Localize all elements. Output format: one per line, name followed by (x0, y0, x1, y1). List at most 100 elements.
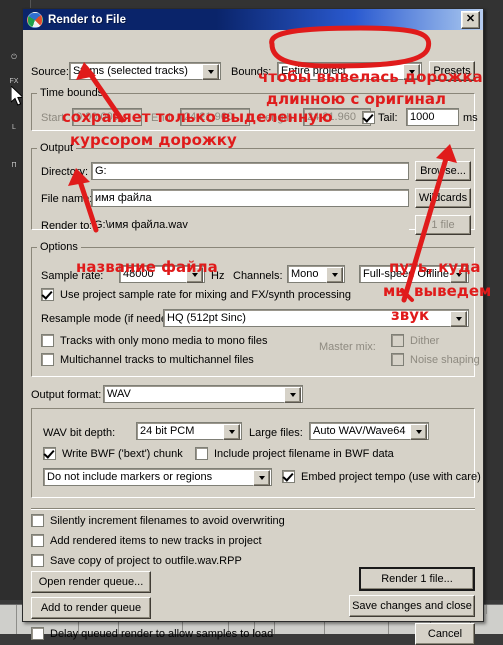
embed-tempo-row[interactable]: Embed project tempo (use with care) (282, 470, 481, 483)
save-copy-label: Save copy of project to outfile.wav.RPP (50, 554, 242, 567)
noise-shaping-row: Noise shaping (391, 353, 480, 366)
use-project-sample-rate-row[interactable]: Use project sample rate for mixing and F… (41, 288, 351, 301)
output-legend: Output (40, 142, 74, 154)
multichannel-tracks-row[interactable]: Multichannel tracks to multichannel file… (41, 353, 254, 366)
multichannel-tracks-label: Multichannel tracks to multichannel file… (60, 353, 254, 366)
resample-mode-value: HQ (512pt Sinc) (167, 312, 246, 324)
hz-label: Hz (211, 270, 225, 282)
dither-row: Dither (391, 334, 439, 347)
output-format-combo[interactable]: WAV (103, 385, 303, 403)
end-label: End: (151, 112, 174, 124)
markers-regions-combo[interactable]: Do not include markers or regions (43, 468, 272, 486)
dialog-title: Render to File (48, 13, 127, 26)
large-files-combo[interactable]: Auto WAV/Wave64 (309, 422, 429, 440)
save-copy-checkbox[interactable] (31, 554, 44, 567)
sample-rate-combo[interactable]: 48000 (119, 265, 205, 283)
chevron-down-icon[interactable] (186, 267, 203, 283)
tail-label: Tail: (378, 112, 398, 124)
write-bwf-checkbox[interactable] (43, 447, 56, 460)
time-bounds-legend: Time bounds (40, 87, 104, 99)
wildcards-button[interactable]: Wildcards (415, 188, 471, 208)
noise-shaping-checkbox (391, 353, 404, 366)
embed-tempo-checkbox[interactable] (282, 470, 295, 483)
channels-label: Channels: (233, 270, 283, 282)
chevron-down-icon[interactable] (450, 267, 467, 283)
channels-combo[interactable]: Mono (287, 265, 345, 283)
chevron-down-icon[interactable] (450, 311, 467, 327)
write-bwf-row[interactable]: Write BWF ('bext') chunk (43, 447, 183, 460)
sample-rate-label: Sample rate: (41, 270, 104, 282)
render-1-file-button[interactable]: Render 1 file... (359, 567, 475, 591)
chevron-down-icon[interactable] (410, 424, 427, 440)
filename-input[interactable]: имя файла (91, 189, 409, 207)
bounds-label: Bounds: (231, 66, 272, 78)
silently-increment-row[interactable]: Silently increment filenames to avoid ov… (31, 514, 285, 527)
add-rendered-items-label: Add rendered items to new tracks in proj… (50, 534, 262, 547)
use-project-sample-rate-label: Use project sample rate for mixing and F… (60, 288, 352, 301)
use-project-sample-rate-checkbox[interactable] (41, 288, 54, 301)
include-project-filename-row[interactable]: Include project filename in BWF data (195, 447, 394, 460)
chevron-down-icon[interactable] (253, 470, 270, 486)
chevron-down-icon[interactable] (284, 387, 301, 403)
include-project-filename-label: Include project filename in BWF data (214, 447, 394, 460)
channels-value: Mono (291, 268, 319, 280)
wav-bit-depth-value: 24 bit PCM (140, 425, 195, 437)
dialog-titlebar[interactable]: Render to File ✕ (23, 9, 483, 30)
reaper-logo-icon (27, 11, 43, 28)
render-to-file-dialog[interactable]: Render to File ✕ Source: Stems (selected… (22, 8, 484, 645)
add-to-render-queue-button[interactable]: Add to render queue (31, 597, 151, 619)
tail-input[interactable]: 1000 (406, 108, 459, 126)
dither-label: Dither (410, 334, 440, 347)
delay-queued-render-checkbox[interactable] (31, 627, 44, 640)
open-render-queue-button[interactable]: Open render queue... (31, 571, 151, 593)
markers-regions-value: Do not include markers or regions (47, 471, 213, 483)
embed-tempo-label: Embed project tempo (use with care) (301, 470, 481, 483)
save-copy-row[interactable]: Save copy of project to outfile.wav.RPP (31, 554, 242, 567)
delay-queued-render-row[interactable]: Delay queued render to allow samples to … (31, 627, 273, 640)
silently-increment-checkbox[interactable] (31, 514, 44, 527)
cancel-button[interactable]: Cancel (415, 623, 475, 645)
output-format-label: Output format: (31, 389, 102, 401)
directory-input[interactable]: G: (91, 162, 409, 180)
master-mix-label: Master mix: (319, 341, 376, 353)
source-combo[interactable]: Stems (selected tracks) (69, 62, 221, 80)
bounds-combo[interactable]: Entire project (277, 62, 422, 80)
render-to-label: Render to: (41, 220, 93, 232)
add-rendered-items-checkbox[interactable] (31, 534, 44, 547)
add-rendered-items-row[interactable]: Add rendered items to new tracks in proj… (31, 534, 262, 547)
browse-button[interactable]: Browse... (415, 161, 471, 181)
resample-mode-combo[interactable]: HQ (512pt Sinc) (163, 309, 469, 327)
render-speed-value: Full-speed Offline (363, 268, 450, 280)
wav-bit-depth-combo[interactable]: 24 bit PCM (136, 422, 242, 440)
multichannel-tracks-checkbox[interactable] (41, 353, 54, 366)
start-label: Start: (41, 112, 68, 124)
tail-checkbox[interactable] (362, 111, 375, 124)
end-input[interactable]: 24:21.960 (180, 108, 250, 126)
length-label: Length: (259, 112, 296, 124)
source-value: Stems (selected tracks) (73, 65, 188, 77)
include-project-filename-checkbox[interactable] (195, 447, 208, 460)
length-input[interactable]: 24:21.960 (303, 108, 371, 126)
chevron-down-icon[interactable] (326, 267, 343, 283)
chevron-down-icon[interactable] (403, 64, 420, 80)
output-format-value: WAV (107, 388, 131, 400)
options-legend: Options (40, 241, 78, 253)
silently-increment-label: Silently increment filenames to avoid ov… (50, 514, 285, 527)
chevron-down-icon[interactable] (202, 64, 219, 80)
presets-button[interactable]: Presets (429, 61, 475, 81)
render-speed-combo[interactable]: Full-speed Offline (359, 265, 469, 283)
filename-label: File name: (41, 193, 93, 205)
close-icon[interactable]: ✕ (461, 11, 480, 29)
noise-shaping-label: Noise shaping (410, 353, 480, 366)
mono-tracks-row[interactable]: Tracks with only mono media to mono file… (41, 334, 267, 347)
file-count-button: 1 file (415, 215, 471, 235)
delay-queued-render-label: Delay queued render to allow samples to … (50, 627, 274, 640)
large-files-value: Auto WAV/Wave64 (313, 425, 406, 437)
start-input[interactable]: 0:00.000 (72, 108, 142, 126)
chevron-down-icon[interactable] (223, 424, 240, 440)
wav-bit-depth-label: WAV bit depth: (43, 427, 116, 439)
save-changes-and-close-button[interactable]: Save changes and close (349, 595, 475, 617)
mono-tracks-checkbox[interactable] (41, 334, 54, 347)
write-bwf-label: Write BWF ('bext') chunk (62, 447, 183, 460)
tail-units-label: ms (463, 112, 478, 124)
